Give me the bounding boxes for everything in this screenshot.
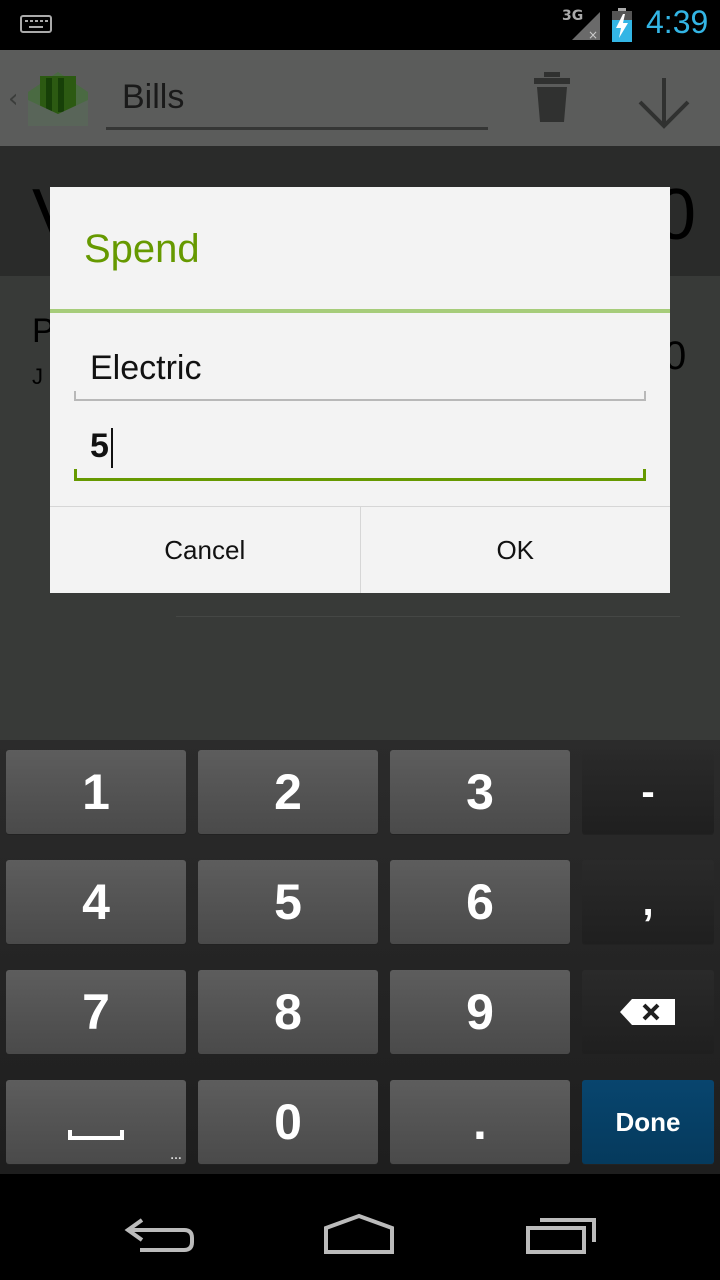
- space-key[interactable]: …: [6, 1080, 186, 1164]
- spend-dialog: Spend Electric 5 Cancel OK: [50, 187, 670, 593]
- backspace-icon: [620, 999, 675, 1025]
- divider: [176, 616, 680, 617]
- key-5[interactable]: 5: [198, 860, 378, 944]
- amount-value: 5: [90, 427, 109, 465]
- key-3[interactable]: 3: [390, 750, 570, 834]
- key-minus[interactable]: -: [582, 750, 714, 834]
- name-value: Electric: [90, 349, 202, 387]
- numeric-keyboard: 1 2 3 - 4 5 6 , 7 8 9 … 0 . Done: [0, 740, 720, 1174]
- keyboard-icon: [20, 15, 52, 33]
- key-7[interactable]: 7: [6, 970, 186, 1054]
- done-key[interactable]: Done: [582, 1080, 714, 1164]
- up-chevron-icon[interactable]: ‹: [8, 84, 18, 114]
- battery-charging-icon: [612, 8, 632, 42]
- text-cursor: [110, 428, 113, 469]
- clock: 4:39: [646, 4, 709, 40]
- signal-icon: ×: [572, 12, 600, 40]
- name-field[interactable]: Electric: [74, 337, 646, 401]
- amount-field[interactable]: 5: [74, 415, 646, 481]
- recent-apps-icon[interactable]: [524, 1212, 598, 1256]
- key-8[interactable]: 8: [198, 970, 378, 1054]
- key-0[interactable]: 0: [198, 1080, 378, 1164]
- key-4[interactable]: 4: [6, 860, 186, 944]
- key-9[interactable]: 9: [390, 970, 570, 1054]
- key-period[interactable]: .: [390, 1080, 570, 1164]
- backspace-key[interactable]: [582, 970, 714, 1054]
- status-bar: 3G × 4:39: [0, 0, 720, 50]
- arrow-down-icon[interactable]: [636, 76, 692, 130]
- svg-text:×: ×: [588, 28, 598, 40]
- key-comma[interactable]: ,: [582, 860, 714, 944]
- space-icon: [68, 1130, 124, 1140]
- action-bar: ‹ Bills: [0, 50, 720, 146]
- amount-text: 5: [90, 427, 113, 469]
- key-2[interactable]: 2: [198, 750, 378, 834]
- dialog-divider: [50, 309, 670, 313]
- trash-icon[interactable]: [532, 72, 572, 124]
- dialog-button-bar: Cancel OK: [50, 506, 670, 593]
- account-title-field[interactable]: Bills: [106, 72, 488, 130]
- dialog-title: Spend: [84, 227, 200, 271]
- cancel-button[interactable]: Cancel: [50, 507, 360, 593]
- back-icon[interactable]: [124, 1212, 198, 1256]
- ok-button[interactable]: OK: [359, 507, 671, 593]
- key-1[interactable]: 1: [6, 750, 186, 834]
- app-logo-icon[interactable]: [24, 64, 92, 132]
- more-keys-indicator: …: [170, 1148, 182, 1162]
- home-icon[interactable]: [322, 1212, 396, 1256]
- account-title: Bills: [122, 78, 185, 116]
- navigation-bar: [0, 1174, 720, 1280]
- bg-glyph: J: [32, 364, 43, 389]
- key-6[interactable]: 6: [390, 860, 570, 944]
